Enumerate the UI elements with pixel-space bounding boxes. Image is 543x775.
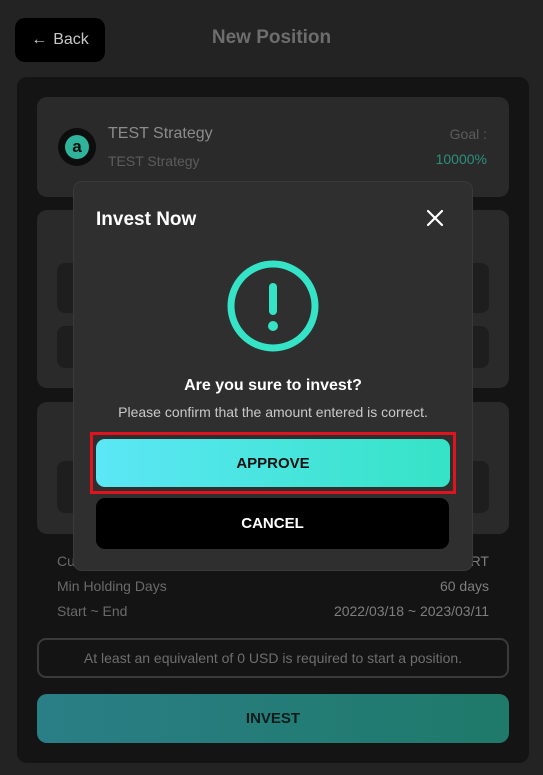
currency-label: Cu — [57, 553, 75, 569]
cancel-button[interactable]: CANCEL — [96, 498, 449, 549]
modal-question: Are you sure to invest? — [184, 377, 362, 394]
min-holding-value: 60 days — [439, 578, 489, 594]
approve-highlight: APPROVE — [90, 432, 456, 494]
goal-label: Goal : — [449, 126, 487, 142]
page-title: New Position — [211, 27, 332, 48]
invest-modal: Invest Now Are you sure to invest? Pleas… — [74, 182, 472, 570]
strategy-subtitle: TEST Strategy — [108, 153, 200, 169]
approve-button[interactable]: APPROVE — [96, 439, 450, 487]
currency-value: RT — [470, 553, 489, 569]
period-value: 2022/03/18 ~ 2023/03/11 — [333, 603, 489, 619]
invest-button[interactable]: INVEST — [37, 694, 509, 743]
min-holding-label: Min Holding Days — [57, 578, 167, 594]
period-label: Start ~ End — [57, 603, 128, 619]
strategy-name: TEST Strategy — [108, 125, 213, 142]
exclamation-circle-icon — [227, 260, 319, 352]
goal-value: 10000% — [435, 151, 487, 167]
modal-message: Please confirm that the amount entered i… — [118, 404, 428, 420]
strategy-logo: a — [58, 128, 96, 166]
minimum-notice: At least an equivalent of 0 USD is requi… — [37, 638, 509, 678]
period-row: Start ~ End 2022/03/18 ~ 2023/03/11 — [57, 603, 489, 619]
min-holding-row: Min Holding Days 60 days — [57, 578, 489, 594]
modal-title: Invest Now — [96, 209, 197, 230]
close-icon[interactable] — [426, 209, 444, 227]
